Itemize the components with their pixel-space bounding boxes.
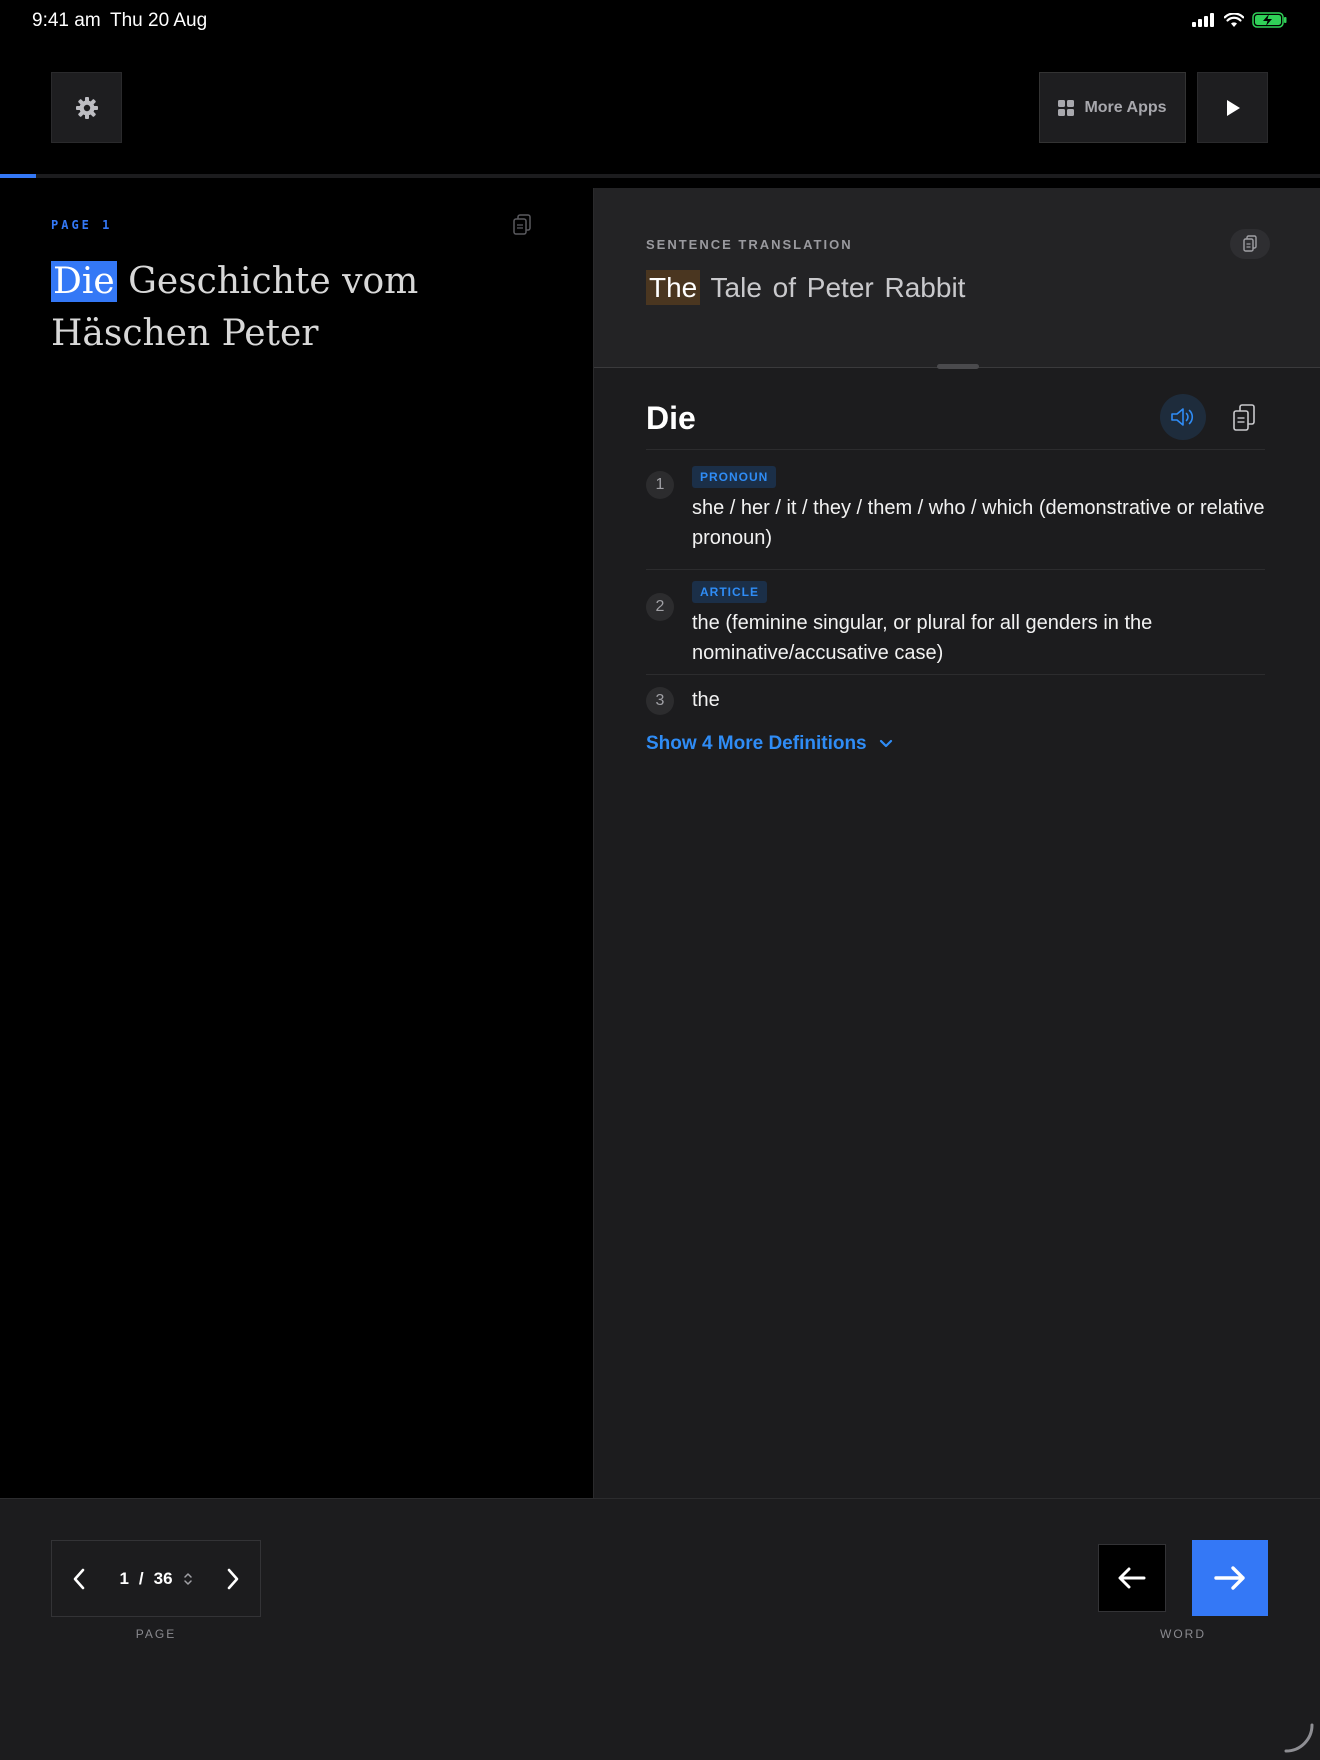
chevron-up-down-icon — [183, 1572, 192, 1585]
definition-number: 2 — [646, 593, 674, 621]
grid-icon — [1058, 99, 1075, 116]
reading-progress-bar — [0, 174, 1320, 178]
page-label: PAGE 1 — [51, 218, 113, 232]
copy-icon — [1243, 235, 1257, 252]
definition-list: 1 PRONOUN she / her / it / they / them /… — [646, 466, 1265, 721]
play-icon — [1226, 99, 1240, 116]
dictionary-pane: SENTENCE TRANSLATION The Tale of Peter R… — [593, 188, 1320, 1498]
speaker-icon — [1171, 408, 1194, 426]
definition-number: 1 — [646, 471, 674, 499]
resize-grip-icon — [1284, 1723, 1314, 1753]
sentence-translation-label: SENTENCE TRANSLATION — [646, 237, 853, 252]
gear-icon — [75, 96, 98, 119]
sentence-translation-section: SENTENCE TRANSLATION The Tale of Peter R… — [594, 188, 1320, 369]
dictionary-word: Die — [646, 400, 696, 436]
previous-page-button[interactable] — [72, 1568, 86, 1590]
part-of-speech-badge: PRONOUN — [692, 466, 777, 488]
copy-translation-button[interactable] — [1230, 229, 1270, 259]
next-word-button[interactable] — [1192, 1540, 1268, 1616]
page-selector[interactable]: 1 / 36 — [119, 1569, 192, 1589]
reading-progress-fill — [0, 174, 36, 178]
sentence-translation-text: The Tale of Peter Rabbit — [646, 270, 966, 305]
settings-button[interactable] — [51, 72, 122, 143]
more-apps-label: More Apps — [1084, 98, 1167, 116]
copy-icon — [1233, 404, 1255, 431]
definition-item: 1 PRONOUN she / her / it / they / them /… — [646, 466, 1265, 570]
chevron-down-icon — [879, 739, 892, 748]
copy-page-button[interactable] — [512, 214, 532, 241]
wifi-icon — [1224, 12, 1244, 27]
source-text-pane: PAGE 1 Die Geschichte vom Häschen Peter — [0, 188, 593, 1498]
part-of-speech-badge: ARTICLE — [692, 581, 767, 603]
battery-charging-icon — [1252, 12, 1287, 28]
definition-number: 3 — [646, 687, 674, 715]
source-sentence: Die Geschichte vom Häschen Peter — [51, 256, 551, 360]
status-icons — [1192, 12, 1288, 28]
status-time: 9:41 am — [32, 10, 101, 31]
copy-word-button[interactable] — [1224, 398, 1264, 438]
definition-text: the — [692, 689, 720, 711]
play-button[interactable] — [1197, 72, 1268, 143]
copy-icon — [513, 214, 531, 235]
show-more-definitions-button[interactable]: Show 4 More Definitions — [646, 733, 893, 755]
bottom-navigation-bar: 1 / 36 PAGE WORD — [0, 1498, 1320, 1760]
arrow-right-icon — [1214, 1566, 1245, 1590]
status-bar: 9:41 am Thu 20 Aug — [0, 0, 1320, 42]
definition-text: she / her / it / they / them / who / whi… — [692, 497, 1265, 549]
translation-rest: Tale of Peter Rabbit — [710, 272, 966, 303]
pronounce-button[interactable] — [1160, 394, 1206, 440]
definition-item: 2 ARTICLE the (feminine singular, or plu… — [646, 570, 1265, 675]
current-page: 1 — [119, 1568, 129, 1588]
arrow-left-icon — [1118, 1567, 1146, 1589]
signal-icon — [1192, 13, 1214, 27]
next-page-button[interactable] — [226, 1568, 240, 1590]
status-date: Thu 20 Aug — [110, 10, 208, 31]
definition-text: the (feminine singular, or plural for al… — [692, 612, 1153, 664]
divider — [646, 449, 1265, 450]
page-nav-label: PAGE — [135, 1627, 177, 1641]
total-pages: 36 — [153, 1568, 173, 1588]
previous-word-button[interactable] — [1098, 1544, 1166, 1612]
source-word-selected[interactable]: Die — [51, 261, 117, 302]
page-pager: 1 / 36 — [51, 1540, 261, 1617]
show-more-label: Show 4 More Definitions — [646, 733, 867, 754]
word-nav-label: WORD — [1160, 1627, 1206, 1641]
translation-word-selected: The — [646, 270, 701, 305]
panel-drag-handle[interactable] — [937, 364, 979, 369]
definition-item: 3 the — [646, 675, 1265, 721]
page-separator: / — [138, 1568, 144, 1588]
more-apps-button[interactable]: More Apps — [1039, 72, 1186, 143]
